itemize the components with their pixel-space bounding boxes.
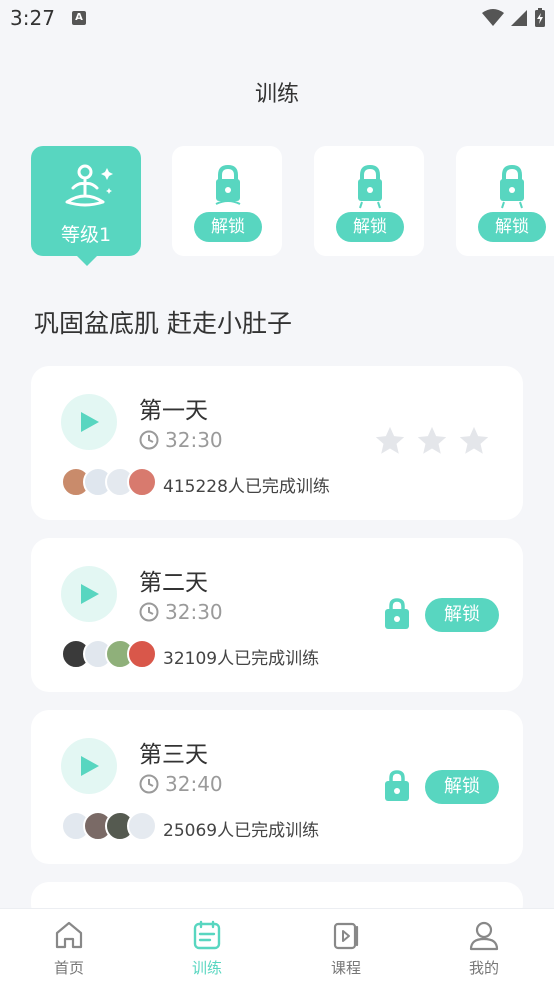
rating-stars	[373, 424, 491, 458]
unlock-button[interactable]: 解锁	[194, 212, 262, 242]
unlock-button[interactable]: 解锁	[478, 212, 546, 242]
unlock-button[interactable]: 解锁	[425, 598, 499, 632]
completed-count: 25069人已完成训练	[163, 821, 320, 841]
day-title: 第二天	[139, 570, 208, 596]
tab-training[interactable]: 训练	[138, 909, 276, 984]
clock-icon	[139, 774, 159, 794]
duration-text: 32:30	[165, 600, 223, 624]
duration-text: 32:40	[165, 772, 223, 796]
lock-icon	[500, 164, 524, 209]
play-button[interactable]	[61, 566, 117, 622]
completed-count: 415228人已完成训练	[163, 477, 330, 497]
avatar	[127, 639, 157, 669]
play-icon	[81, 584, 99, 604]
day-card-3[interactable]: 第三天 32:40 25069人已完成训练 解锁	[31, 710, 523, 864]
play-icon	[81, 412, 99, 432]
star-icon	[417, 426, 447, 454]
tab-label: 首页	[53, 959, 84, 977]
notification-a-icon: A	[72, 11, 86, 25]
star-icon	[375, 426, 405, 454]
tab-label: 训练	[191, 959, 222, 977]
page-title: 训练	[254, 82, 299, 107]
status-time: 3:27	[10, 6, 55, 30]
star-icon	[459, 426, 489, 454]
clock-icon	[139, 430, 159, 450]
avatar	[127, 811, 157, 841]
day-duration: 32:30	[139, 428, 223, 452]
level-card-2[interactable]: 解锁	[172, 146, 282, 256]
day-card-1[interactable]: 第一天 32:30 415228人已完成训练	[31, 366, 523, 520]
day-title: 第三天	[139, 742, 208, 768]
lock-icon	[215, 164, 241, 205]
duration-text: 32:30	[165, 428, 223, 452]
wifi-icon	[482, 9, 504, 26]
section-title: 巩固盆底肌 赶走小肚子	[34, 309, 292, 338]
profile-icon	[469, 921, 499, 951]
unlock-button[interactable]: 解锁	[336, 212, 404, 242]
day-card-2[interactable]: 第二天 32:30 32109人已完成训练 解锁	[31, 538, 523, 692]
level-label: 等级1	[60, 224, 112, 246]
clock-icon	[139, 602, 159, 622]
tab-label: 我的	[468, 959, 499, 977]
lock-icon	[385, 598, 409, 629]
course-icon	[333, 922, 359, 950]
day-duration: 32:40	[139, 772, 223, 796]
tab-profile[interactable]: 我的	[415, 909, 553, 984]
avatar	[127, 467, 157, 497]
play-button[interactable]	[61, 394, 117, 450]
level-card-4[interactable]: 解锁	[456, 146, 554, 256]
level-card-1[interactable]: 等级1	[31, 146, 141, 266]
tab-course[interactable]: 课程	[277, 909, 415, 984]
tab-home[interactable]: 首页	[0, 909, 138, 984]
play-button[interactable]	[61, 738, 117, 794]
status-icons	[482, 8, 546, 28]
signal-icon	[511, 10, 527, 26]
bottom-tab-bar: 首页 训练 课程 我的	[0, 908, 554, 984]
lock-icon	[385, 770, 409, 801]
training-icon	[193, 920, 221, 950]
meditation-icon	[65, 164, 113, 207]
play-icon	[81, 756, 99, 776]
lock-icon	[358, 164, 382, 209]
level-card-3[interactable]: 解锁	[314, 146, 424, 256]
day-duration: 32:30	[139, 600, 223, 624]
level-selector: 等级1 解锁 解锁 解锁	[31, 146, 554, 276]
level-pointer	[75, 254, 99, 266]
day-title: 第一天	[139, 398, 208, 424]
battery-icon	[535, 8, 545, 27]
tab-label: 课程	[330, 959, 361, 977]
unlock-button[interactable]: 解锁	[425, 770, 499, 804]
status-bar: 3:27 A	[0, 0, 554, 38]
home-icon	[55, 921, 83, 949]
completed-count: 32109人已完成训练	[163, 649, 320, 669]
